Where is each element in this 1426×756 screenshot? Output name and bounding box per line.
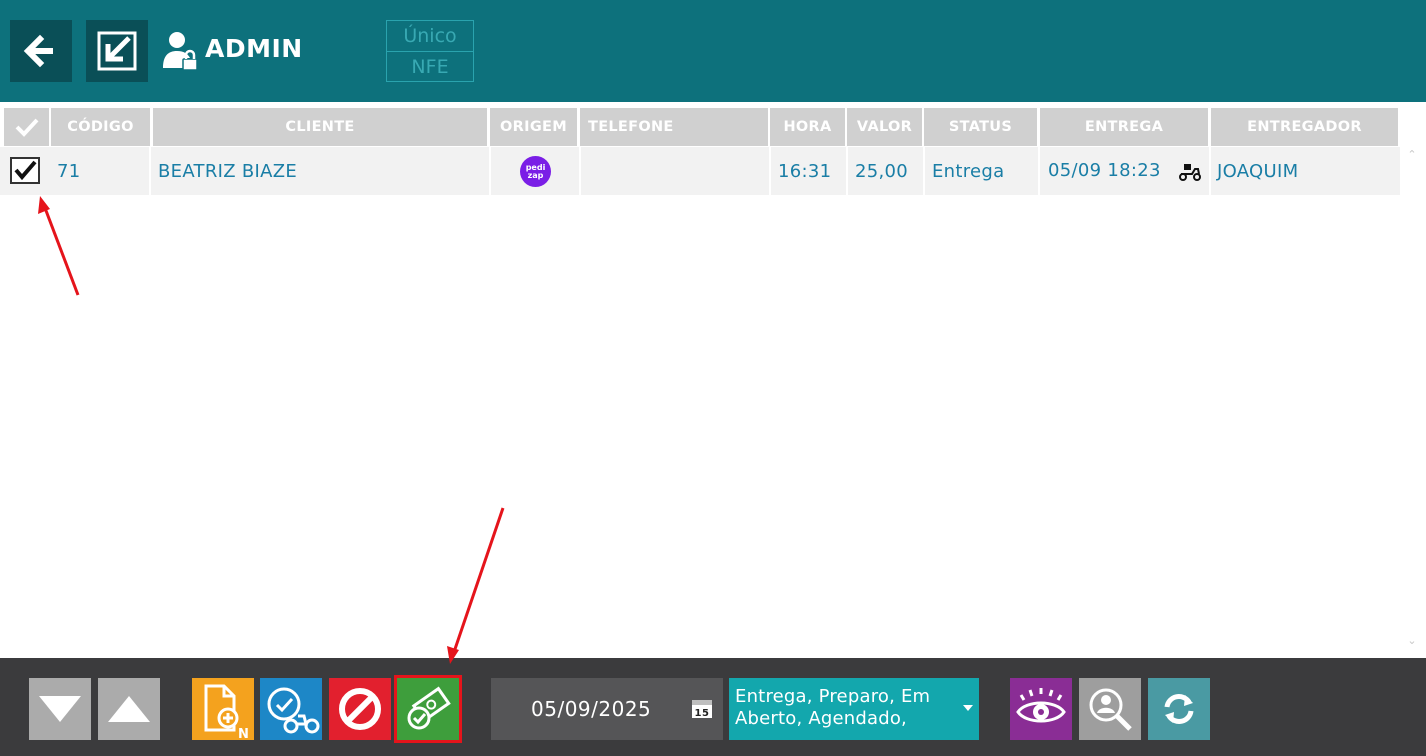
chevron-down-icon[interactable]: [963, 705, 973, 711]
check-icon: [15, 118, 39, 137]
cancel-order-button[interactable]: [329, 678, 391, 740]
annotation-arrow-payment: [452, 507, 505, 653]
triangle-down-icon: [39, 696, 81, 722]
pedizap-logo-icon: pedi zap: [520, 156, 551, 187]
column-divider: [1209, 147, 1211, 195]
column-header-cliente[interactable]: CLIENTE: [153, 108, 487, 146]
minimize-button[interactable]: [86, 20, 148, 82]
column-header-entrega[interactable]: ENTREGA: [1040, 108, 1208, 146]
user-lock-icon: [163, 32, 198, 71]
column-divider: [1038, 147, 1040, 195]
svg-text:N: N: [238, 727, 249, 740]
cell-entregador: JOAQUIM: [1217, 161, 1299, 182]
new-document-icon: N: [204, 684, 249, 740]
column-header-codigo[interactable]: CÓDIGO: [51, 108, 150, 146]
column-divider: [846, 147, 848, 195]
column-header-hora[interactable]: HORA: [770, 108, 845, 146]
delivery-dispatch-button[interactable]: [260, 678, 322, 740]
column-divider: [923, 147, 925, 195]
column-header-origem[interactable]: ORIGEM: [490, 108, 577, 146]
date-picker[interactable]: 05/09/2025 15: [491, 678, 723, 740]
delivery-motorcycle-icon: [1179, 164, 1201, 181]
cell-entrega: 05/09 18:23: [1048, 160, 1161, 181]
cell-valor: 25,00: [855, 161, 909, 182]
mode-option-nfe[interactable]: NFE: [387, 51, 473, 82]
new-order-button[interactable]: N: [192, 678, 254, 740]
column-header-telefone[interactable]: TELEFONE: [580, 108, 768, 146]
status-filter-dropdown[interactable]: Entrega, Preparo, Em Aberto, Agendado,: [729, 678, 979, 740]
vertical-scrollbar[interactable]: [1401, 147, 1423, 657]
cell-codigo: 71: [57, 161, 81, 182]
column-divider: [149, 147, 151, 195]
date-value: 05/09/2025: [531, 697, 652, 721]
user-label: ADMIN: [205, 34, 303, 63]
finalize-payment-button[interactable]: [397, 678, 459, 740]
calendar-icon[interactable]: 15: [691, 697, 713, 719]
mode-option-unico[interactable]: Único: [387, 21, 473, 51]
refresh-icon: [1164, 694, 1194, 724]
scroll-up-icon[interactable]: ⌃: [1406, 149, 1418, 160]
annotation-arrow-checkbox: [43, 207, 80, 296]
move-up-button[interactable]: [98, 678, 160, 740]
svg-text:15: 15: [695, 708, 710, 719]
search-customer-button[interactable]: [1079, 678, 1141, 740]
row-checkbox[interactable]: [10, 157, 40, 184]
scroll-down-icon[interactable]: ⌄: [1406, 635, 1418, 646]
column-header-status[interactable]: STATUS: [924, 108, 1037, 146]
money-check-icon: [407, 686, 451, 730]
arrow-down-left-box-icon: [97, 31, 137, 71]
column-header-entregador[interactable]: ENTREGADOR: [1211, 108, 1398, 146]
arrow-left-icon: [23, 34, 53, 68]
column-divider: [579, 147, 581, 195]
cell-status: Entrega: [932, 161, 1005, 182]
column-header-valor[interactable]: VALOR: [847, 108, 922, 146]
prohibited-icon: [339, 688, 381, 730]
cell-cliente: BEATRIZ BIAZE: [158, 161, 298, 182]
annotation-arrowhead-checkbox: [38, 196, 50, 214]
cell-hora: 16:31: [778, 161, 832, 182]
status-filter-value: Entrega, Preparo, Em Aberto, Agendado,: [735, 686, 931, 729]
triangle-up-icon: [108, 696, 150, 722]
move-down-button[interactable]: [29, 678, 91, 740]
mode-selector[interactable]: Único NFE: [386, 20, 474, 82]
clock-motorcycle-icon: [267, 687, 320, 734]
back-button[interactable]: [10, 20, 72, 82]
eye-icon: [1016, 688, 1066, 723]
refresh-button[interactable]: [1148, 678, 1210, 740]
select-all-header[interactable]: [4, 108, 49, 146]
checkmark-icon: [14, 160, 37, 181]
view-order-button[interactable]: [1010, 678, 1072, 740]
search-user-icon: [1089, 688, 1132, 731]
column-divider: [489, 147, 491, 195]
column-divider: [769, 147, 771, 195]
